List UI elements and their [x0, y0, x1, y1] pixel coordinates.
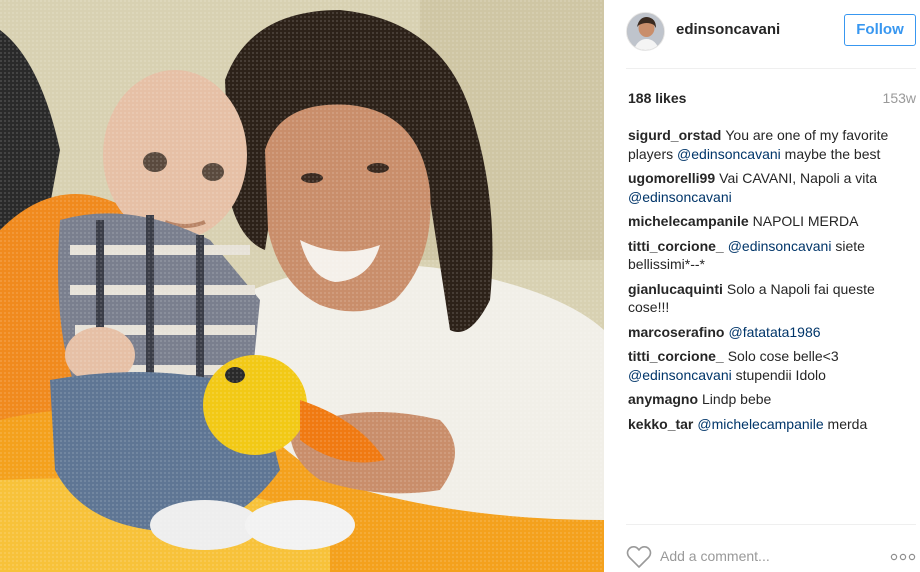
comment-mention-link[interactable]: @edinsoncavani	[677, 146, 781, 162]
comment-username[interactable]: michelecampanile	[628, 213, 749, 229]
comment-username[interactable]: ugomorelli99	[628, 170, 715, 186]
comment-mention-link[interactable]: @edinsoncavani	[628, 189, 732, 205]
comment-mention-link[interactable]: @michelecampanile	[697, 416, 823, 432]
comment-mention-link[interactable]: @fatatata1986	[728, 324, 820, 340]
comment-text: stupendii Idolo	[731, 366, 826, 383]
post-username[interactable]: edinsoncavani	[676, 21, 780, 38]
avatar-image	[627, 13, 664, 50]
comments-list: sigurd_orstad You are one of my favorite …	[628, 126, 910, 439]
post-photo[interactable]	[0, 0, 604, 572]
comment-username[interactable]: sigurd_orstad	[628, 127, 721, 143]
comment-item: kekko_tar @michelecampanile merda	[628, 415, 910, 434]
likes-count[interactable]: 188 likes	[628, 90, 686, 106]
comment-username[interactable]: anymagno	[628, 391, 698, 407]
comment-username[interactable]: kekko_tar	[628, 416, 693, 432]
post-photo-illustration	[0, 0, 604, 572]
comment-username[interactable]: titti_corcione_	[628, 348, 724, 364]
comment-item: titti_corcione_ Solo cose belle<3 @edinso…	[628, 347, 910, 384]
comment-item: titti_corcione_ @edinsoncavani siete bell…	[628, 237, 910, 274]
comment-item: ugomorelli99 Vai CAVANI, Napoli a vita @e…	[628, 169, 910, 206]
comment-username[interactable]: titti_corcione_	[628, 238, 724, 254]
post-side-panel: edinsoncavani Follow 188 likes 153w sigu…	[604, 0, 920, 572]
comment-text: Solo cose belle<3	[727, 348, 839, 364]
comment-item: anymagno Lindp bebe	[628, 390, 910, 409]
comment-text: merda	[823, 415, 868, 432]
follow-button[interactable]: Follow	[844, 14, 916, 46]
actions-divider	[626, 524, 916, 525]
comment-item: marcoserafino @fatatata1986	[628, 323, 910, 342]
post-header: edinsoncavani Follow	[604, 0, 920, 68]
instagram-post-modal: edinsoncavani Follow 188 likes 153w sigu…	[0, 0, 920, 572]
comment-text: maybe the best	[780, 145, 881, 162]
comment-item: sigurd_orstad You are one of my favorite …	[628, 126, 910, 163]
comment-item: michelecampanile NAPOLI MERDA	[628, 212, 910, 231]
comment-mention-link[interactable]: @edinsoncavani	[728, 238, 832, 254]
comment-mention-link[interactable]: @edinsoncavani	[628, 367, 732, 383]
comment-text: NAPOLI MERDA	[752, 213, 859, 229]
comment-item: gianlucaquinti Solo a Napoli fai queste c…	[628, 280, 910, 317]
post-timestamp[interactable]: 153w	[883, 90, 916, 106]
more-options-icon[interactable]	[890, 552, 916, 562]
comment-text: Vai CAVANI, Napoli a vita	[719, 170, 878, 186]
header-divider	[626, 68, 916, 69]
heart-icon[interactable]	[626, 545, 652, 569]
profile-avatar[interactable]	[626, 12, 665, 51]
comment-username[interactable]: marcoserafino	[628, 324, 724, 340]
add-comment-input[interactable]	[660, 545, 860, 567]
comment-username[interactable]: gianlucaquinti	[628, 281, 723, 297]
comment-text: Lindp bebe	[702, 391, 772, 407]
